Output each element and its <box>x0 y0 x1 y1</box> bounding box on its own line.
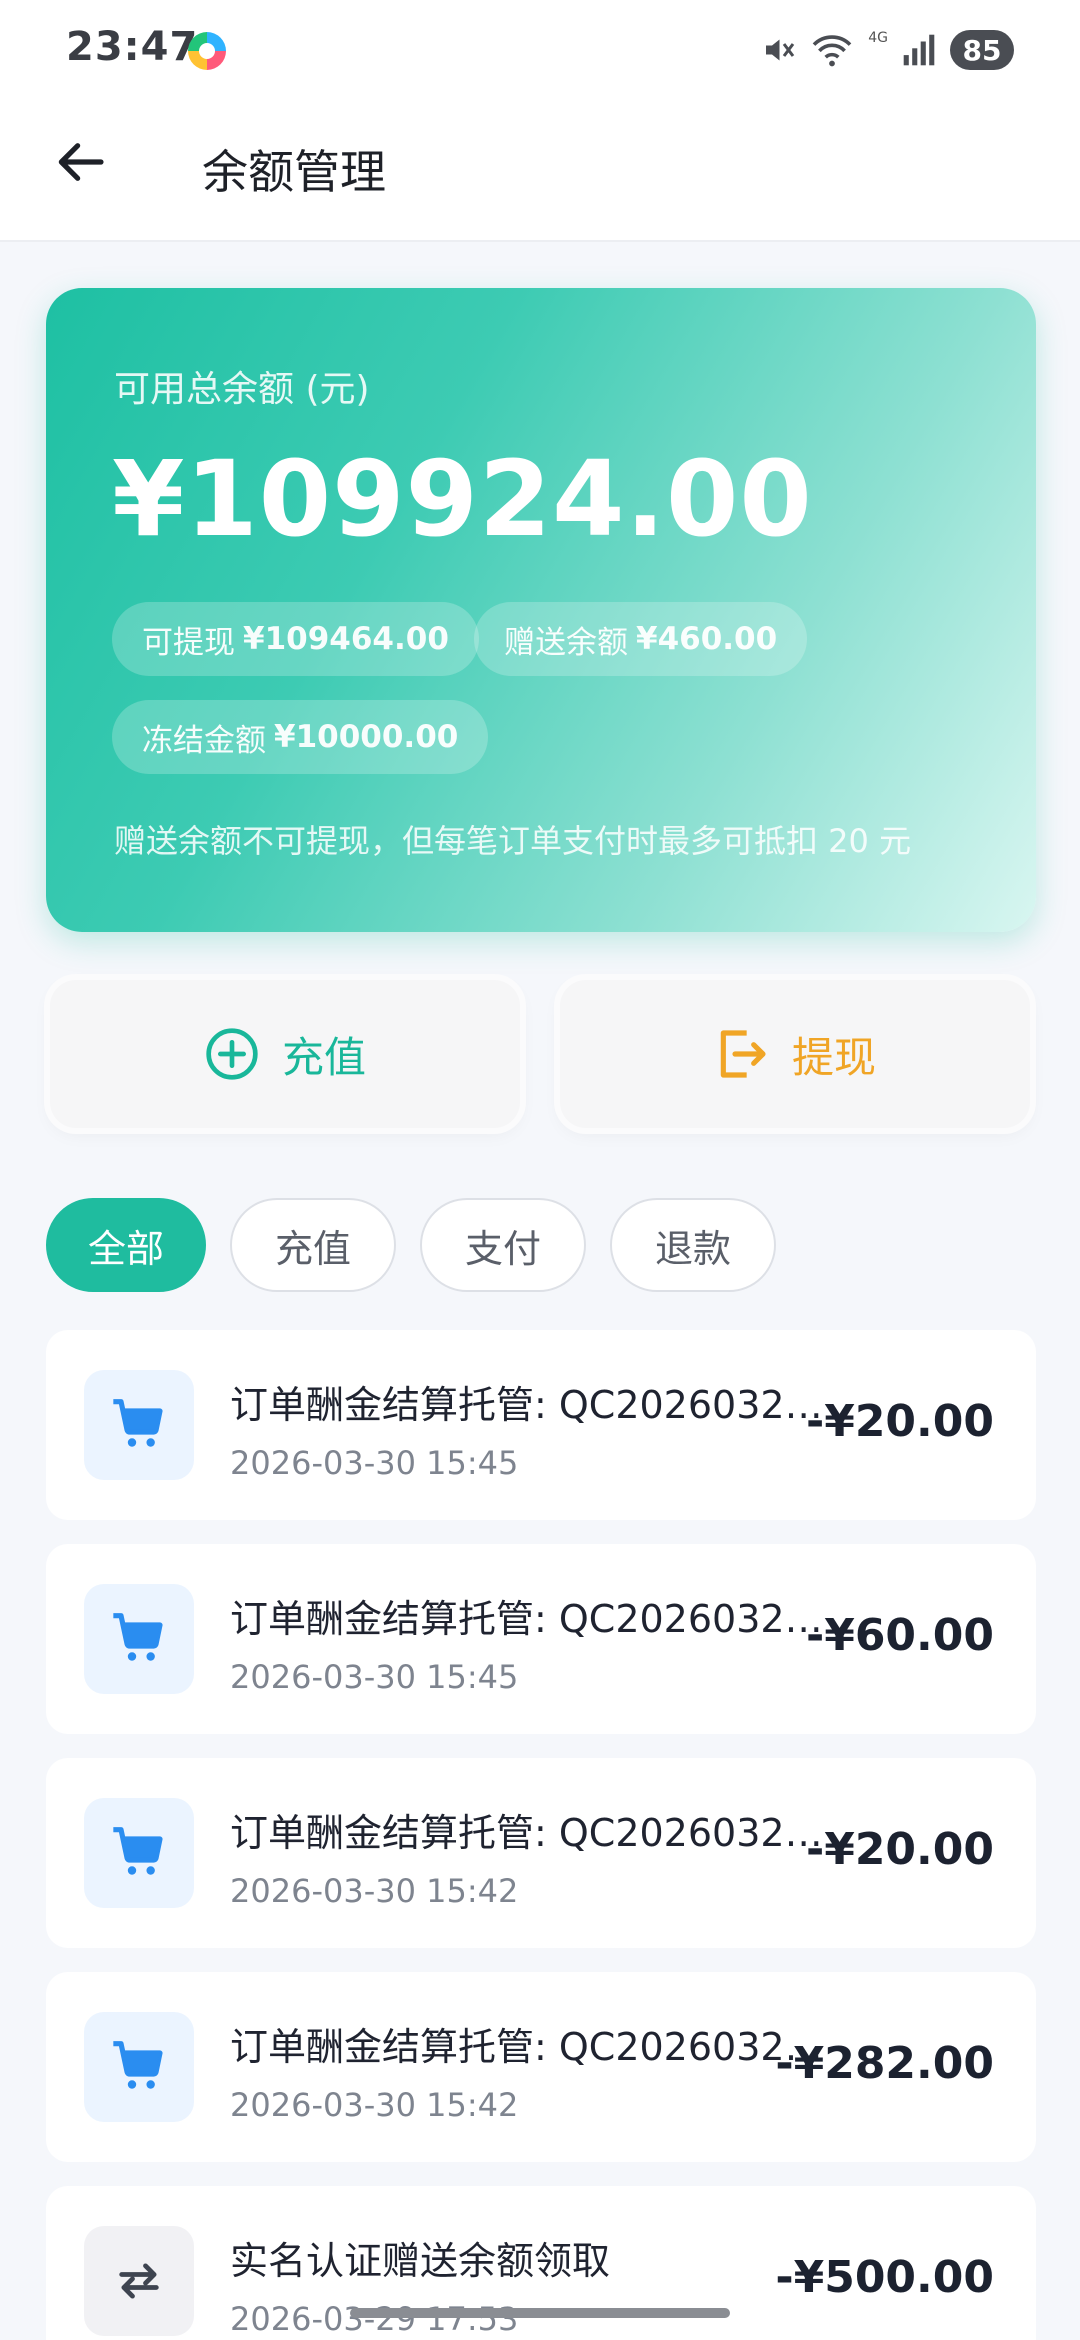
balance-total: ¥109924.00 <box>112 438 813 560</box>
withdrawable-amount: ¥109464.00 <box>243 621 449 657</box>
balance-card: 可用总余额 (元) ¥109924.00 可提现 ¥109464.00 赠送余额… <box>46 288 1036 932</box>
status-time: 23:47 <box>66 24 199 70</box>
cart-icon <box>113 1399 163 1447</box>
wifi-icon <box>812 35 852 67</box>
transaction-time: 2026-03-29 17:53 <box>230 2300 519 2338</box>
transaction-amount: -¥20.00 <box>805 1396 994 1447</box>
transaction-title: 订单酬金结算托管: QC202603290… <box>230 1597 840 1641</box>
recharge-button[interactable]: 充值 <box>50 980 520 1128</box>
transaction-item[interactable]: 订单酬金结算托管: QC202603290… 2026-03-30 15:45 … <box>46 1330 1036 1520</box>
filter-all[interactable]: 全部 <box>46 1198 206 1292</box>
balance-label: 可用总余额 (元) <box>114 369 370 410</box>
battery-indicator: 85 <box>950 30 1014 70</box>
cart-icon <box>113 2041 163 2089</box>
transaction-amount: -¥20.00 <box>805 1824 994 1875</box>
transaction-item[interactable]: 订单酬金结算托管: QC202603290… 2026-03-30 15:45 … <box>46 1544 1036 1734</box>
cart-icon <box>113 1827 163 1875</box>
back-arrow-icon <box>58 143 104 181</box>
balance-note: 赠送余额不可提现，但每笔订单支付时最多可抵扣 20 元 <box>114 822 912 860</box>
plus-circle-icon <box>206 1028 258 1080</box>
mute-icon <box>766 39 795 61</box>
transaction-title: 实名认证赠送余额领取 <box>230 2239 611 2283</box>
transaction-icon-box <box>84 2226 194 2336</box>
status-icons: 4G 85 <box>760 28 1014 72</box>
transaction-icon-box <box>84 2012 194 2122</box>
app-header: 余额管理 <box>0 100 1080 242</box>
transfer-icon <box>119 2263 159 2299</box>
transaction-amount: -¥60.00 <box>805 1610 994 1661</box>
gift-balance-amount: ¥460.00 <box>636 621 778 657</box>
transaction-title: 订单酬金结算托管: QC202603291… <box>230 1811 840 1855</box>
filter-refund[interactable]: 退款 <box>610 1198 776 1292</box>
transaction-item[interactable]: 订单酬金结算托管: QC20260329… 2026-03-30 15:42 -… <box>46 1972 1036 2162</box>
transaction-icon-box <box>84 1584 194 1694</box>
transaction-icon-box <box>84 1798 194 1908</box>
back-button[interactable] <box>48 130 112 194</box>
transaction-amount: -¥500.00 <box>775 2252 994 2303</box>
status-bar: 23:47 4G 85 <box>0 0 1080 100</box>
transaction-time: 2026-03-30 15:42 <box>230 1872 519 1910</box>
signal-icon <box>903 34 935 66</box>
transaction-time: 2026-03-30 15:45 <box>230 1444 519 1482</box>
transaction-amount: -¥282.00 <box>775 2038 994 2089</box>
gift-balance-badge: 赠送余额 ¥460.00 <box>474 602 808 676</box>
withdraw-button[interactable]: 提现 <box>560 980 1030 1128</box>
filter-recharge[interactable]: 充值 <box>230 1198 396 1292</box>
withdraw-label: 提现 <box>791 1032 876 1082</box>
frozen-amount-badge: 冻结金额 ¥10000.00 <box>112 700 489 774</box>
withdrawable-label: 可提现 <box>142 624 235 661</box>
transaction-item[interactable]: 订单酬金结算托管: QC202603291… 2026-03-30 15:42 … <box>46 1758 1036 1948</box>
recharge-label: 充值 <box>281 1032 366 1082</box>
gift-balance-label: 赠送余额 <box>504 624 628 661</box>
cart-icon <box>113 1613 163 1661</box>
page-title: 余额管理 <box>202 145 386 199</box>
home-indicator[interactable] <box>350 2308 730 2318</box>
transaction-time: 2026-03-30 15:42 <box>230 2086 519 2124</box>
app-notification-icon <box>188 32 226 70</box>
filter-payment[interactable]: 支付 <box>420 1198 586 1292</box>
transaction-title: 订单酬金结算托管: QC20260329… <box>230 2025 840 2069</box>
transaction-time: 2026-03-30 15:45 <box>230 1658 519 1696</box>
transaction-title: 订单酬金结算托管: QC202603290… <box>230 1383 840 1427</box>
exit-arrow-icon <box>720 1030 766 1078</box>
transaction-icon-box <box>84 1370 194 1480</box>
frozen-amount-label: 冻结金额 <box>142 722 266 759</box>
network-label: 4G <box>868 30 888 46</box>
frozen-amount-value: ¥10000.00 <box>274 719 459 755</box>
withdrawable-badge: 可提现 ¥109464.00 <box>112 602 479 676</box>
